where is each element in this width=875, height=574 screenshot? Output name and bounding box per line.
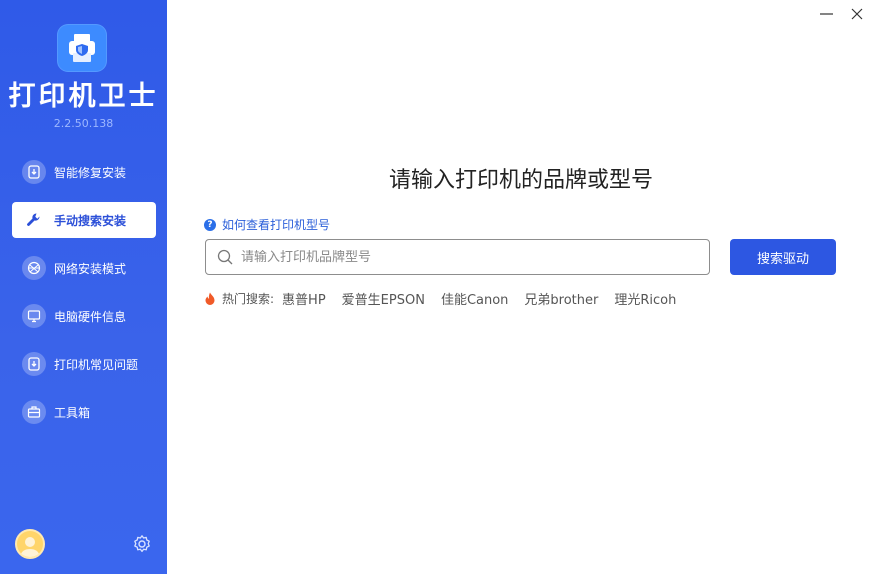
app-window: 打印机卫士 2.2.50.138 智能修复安装 手动搜索安装 网络安装模式 电脑… [0, 0, 875, 574]
minimize-button[interactable] [818, 6, 836, 22]
sidebar-item-network-install[interactable]: 网络安装模式 [12, 250, 156, 286]
sidebar: 打印机卫士 2.2.50.138 智能修复安装 手动搜索安装 网络安装模式 电脑… [0, 0, 167, 574]
sidebar-item-label: 工具箱 [54, 405, 91, 420]
sidebar-item-manual-search[interactable]: 手动搜索安装 [12, 202, 156, 238]
app-logo-icon [57, 24, 107, 72]
help-link[interactable]: ? 如何查看打印机型号 [204, 216, 330, 233]
hardware-info-icon [22, 304, 46, 328]
sidebar-item-smart-repair[interactable]: 智能修复安装 [12, 154, 156, 190]
sidebar-item-toolbox[interactable]: 工具箱 [12, 394, 156, 430]
network-icon [22, 256, 46, 280]
sidebar-item-label: 智能修复安装 [54, 165, 127, 180]
sidebar-item-label: 打印机常见问题 [54, 357, 139, 372]
gear-icon[interactable] [132, 534, 152, 554]
search-icon [217, 249, 233, 265]
hot-keyword[interactable]: 理光Ricoh [614, 289, 676, 308]
close-button[interactable] [848, 6, 866, 22]
search-input[interactable] [241, 249, 681, 265]
toolbox-icon [22, 400, 46, 424]
hot-keyword[interactable]: 惠普HP [282, 289, 326, 308]
wrench-icon [22, 208, 46, 232]
sidebar-item-printer-faq[interactable]: 打印机常见问题 [12, 346, 156, 382]
help-link-label: 如何查看打印机型号 [222, 218, 331, 232]
search-driver-button[interactable]: 搜索驱动 [730, 239, 836, 275]
app-version: 2.2.50.138 [53, 117, 114, 130]
close-icon [851, 8, 863, 20]
sidebar-item-hardware-info[interactable]: 电脑硬件信息 [12, 298, 156, 334]
avatar[interactable] [15, 529, 45, 559]
sidebar-item-label: 网络安装模式 [54, 261, 127, 276]
hot-search-row: 热门搜索: 惠普HP 爱普生EPSON 佳能Canon 兄弟brother 理光… [204, 289, 692, 308]
hot-keyword[interactable]: 兄弟brother [524, 289, 598, 308]
hot-search-label: 热门搜索: [222, 292, 275, 306]
download-repair-icon [22, 160, 46, 184]
sidebar-item-label: 手动搜索安装 [54, 213, 127, 228]
faq-download-icon [22, 352, 46, 376]
question-icon: ? [204, 218, 216, 231]
app-name: 打印机卫士 [8, 81, 159, 112]
hot-keyword[interactable]: 佳能Canon [441, 289, 508, 308]
fire-icon [205, 292, 215, 305]
search-box[interactable] [205, 239, 710, 275]
hot-keyword[interactable]: 爱普生EPSON [342, 289, 425, 308]
sidebar-item-label: 电脑硬件信息 [54, 309, 127, 324]
page-title: 请输入打印机的品牌或型号 [388, 168, 653, 193]
